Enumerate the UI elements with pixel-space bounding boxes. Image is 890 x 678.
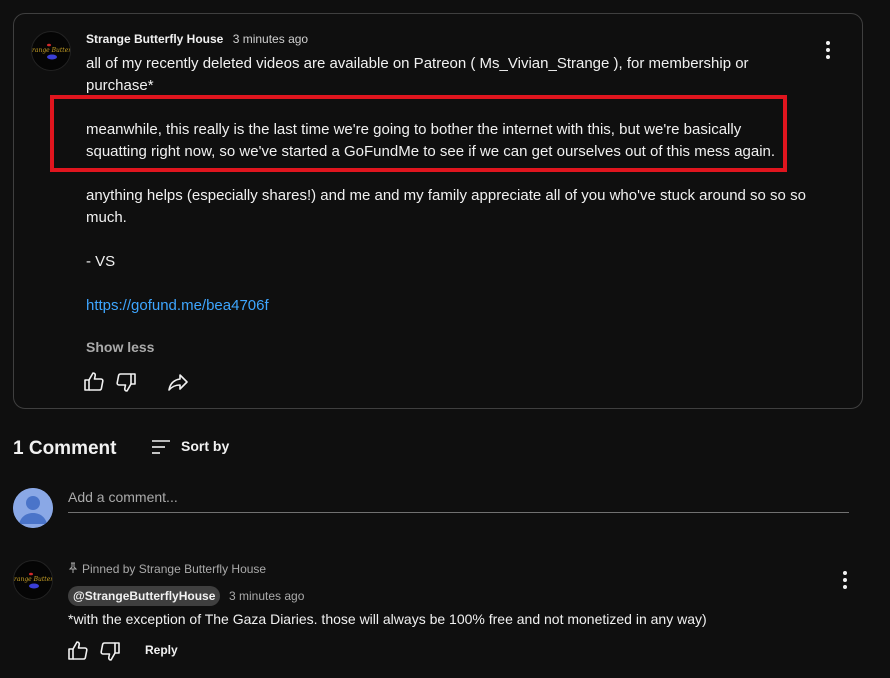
svg-text:Strange Butterfly: Strange Butterfly [32, 47, 71, 54]
user-silhouette-icon [13, 488, 53, 528]
post-timestamp[interactable]: 3 minutes ago [233, 32, 308, 46]
post-paragraph-2: meanwhile, this really is the last time … [86, 121, 776, 160]
sort-icon[interactable] [150, 436, 172, 463]
more-vert-icon[interactable] [816, 38, 840, 62]
channel-avatar[interactable]: Strange Butterfly [31, 31, 71, 71]
svg-text:Strange Butterfly: Strange Butterfly [14, 576, 53, 583]
more-vert-icon[interactable] [833, 568, 857, 592]
post-paragraph-3: anything helps (especially shares!) and … [86, 187, 806, 226]
share-icon[interactable] [166, 370, 190, 394]
reply-button[interactable]: Reply [145, 643, 178, 657]
user-avatar[interactable] [13, 488, 53, 528]
thumb-down-icon[interactable] [98, 639, 122, 663]
post-header: Strange Butterfly House 3 minutes ago [86, 31, 308, 47]
thumb-up-icon[interactable] [82, 370, 106, 394]
pinned-text: Pinned by Strange Butterfly House [82, 562, 267, 576]
pinned-label: Pinned by Strange Butterfly House [68, 562, 266, 577]
comments-count: 1 Comment [13, 438, 117, 459]
channel-logo-icon: Strange Butterfly [32, 33, 71, 70]
pin-icon [68, 562, 78, 577]
sort-by-button[interactable]: Sort by [181, 438, 229, 454]
post-paragraph-1: all of my recently deleted videos are av… [86, 55, 749, 94]
comment-author-handle[interactable]: @StrangeButterflyHouse [68, 586, 221, 606]
community-post-card: Strange Butterfly Strange Butterfly Hous… [13, 13, 863, 409]
post-body: all of my recently deleted videos are av… [86, 53, 806, 317]
thumb-down-icon[interactable] [114, 370, 138, 394]
show-less-button[interactable]: Show less [86, 339, 154, 355]
add-comment-input[interactable]: Add a comment... [68, 488, 849, 513]
post-signature: - VS [86, 253, 116, 270]
channel-logo-icon: Strange Butterfly [14, 562, 53, 599]
community-post-page: Strange Butterfly Strange Butterfly Hous… [0, 0, 890, 678]
comment-timestamp[interactable]: 3 minutes ago [229, 589, 304, 603]
thumb-up-icon[interactable] [66, 639, 90, 663]
comment-text: *with the exception of The Gaza Diaries.… [68, 611, 707, 627]
gofundme-link[interactable]: https://gofund.me/bea4706f [86, 297, 269, 314]
comment-author-avatar[interactable]: Strange Butterfly [13, 560, 53, 600]
post-author-name[interactable]: Strange Butterfly House [86, 32, 223, 46]
